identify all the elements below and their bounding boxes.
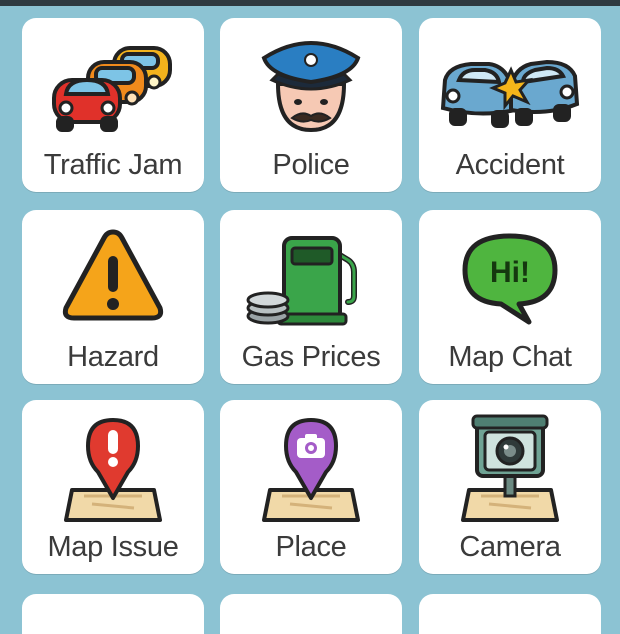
report-menu-grid: Traffic Jam Police Accident Hazard Gas P… bbox=[0, 0, 620, 634]
report-traffic-jam-button[interactable]: Traffic Jam bbox=[22, 18, 204, 192]
report-camera-button[interactable]: Camera bbox=[419, 400, 601, 574]
report-label: Place bbox=[275, 531, 347, 563]
police-icon bbox=[220, 18, 402, 144]
report-tile-offscreen[interactable] bbox=[419, 594, 601, 634]
report-label: Map Issue bbox=[47, 531, 179, 563]
report-label: Hazard bbox=[67, 341, 159, 373]
report-hazard-button[interactable]: Hazard bbox=[22, 210, 204, 384]
hazard-icon bbox=[22, 210, 204, 336]
chat-bubble-text: Hi! bbox=[490, 256, 530, 289]
camera-icon bbox=[419, 400, 601, 526]
map-chat-icon: Hi! bbox=[419, 210, 601, 336]
report-map-issue-button[interactable]: Map Issue bbox=[22, 400, 204, 574]
report-label: Map Chat bbox=[448, 341, 572, 373]
traffic-jam-icon bbox=[22, 18, 204, 144]
report-label: Camera bbox=[459, 531, 561, 563]
report-label: Gas Prices bbox=[241, 341, 381, 373]
place-icon bbox=[220, 400, 402, 526]
report-police-button[interactable]: Police bbox=[220, 18, 402, 192]
report-tile-offscreen[interactable] bbox=[22, 594, 204, 634]
report-tile-offscreen[interactable] bbox=[220, 594, 402, 634]
report-label: Police bbox=[272, 149, 350, 181]
report-map-chat-button[interactable]: Hi! Map Chat bbox=[419, 210, 601, 384]
report-label: Accident bbox=[455, 149, 565, 181]
report-accident-button[interactable]: Accident bbox=[419, 18, 601, 192]
map-issue-icon bbox=[22, 400, 204, 526]
gas-prices-icon bbox=[220, 210, 402, 336]
report-label: Traffic Jam bbox=[43, 149, 183, 181]
report-place-button[interactable]: Place bbox=[220, 400, 402, 574]
report-gas-prices-button[interactable]: Gas Prices bbox=[220, 210, 402, 384]
accident-icon bbox=[419, 18, 601, 144]
